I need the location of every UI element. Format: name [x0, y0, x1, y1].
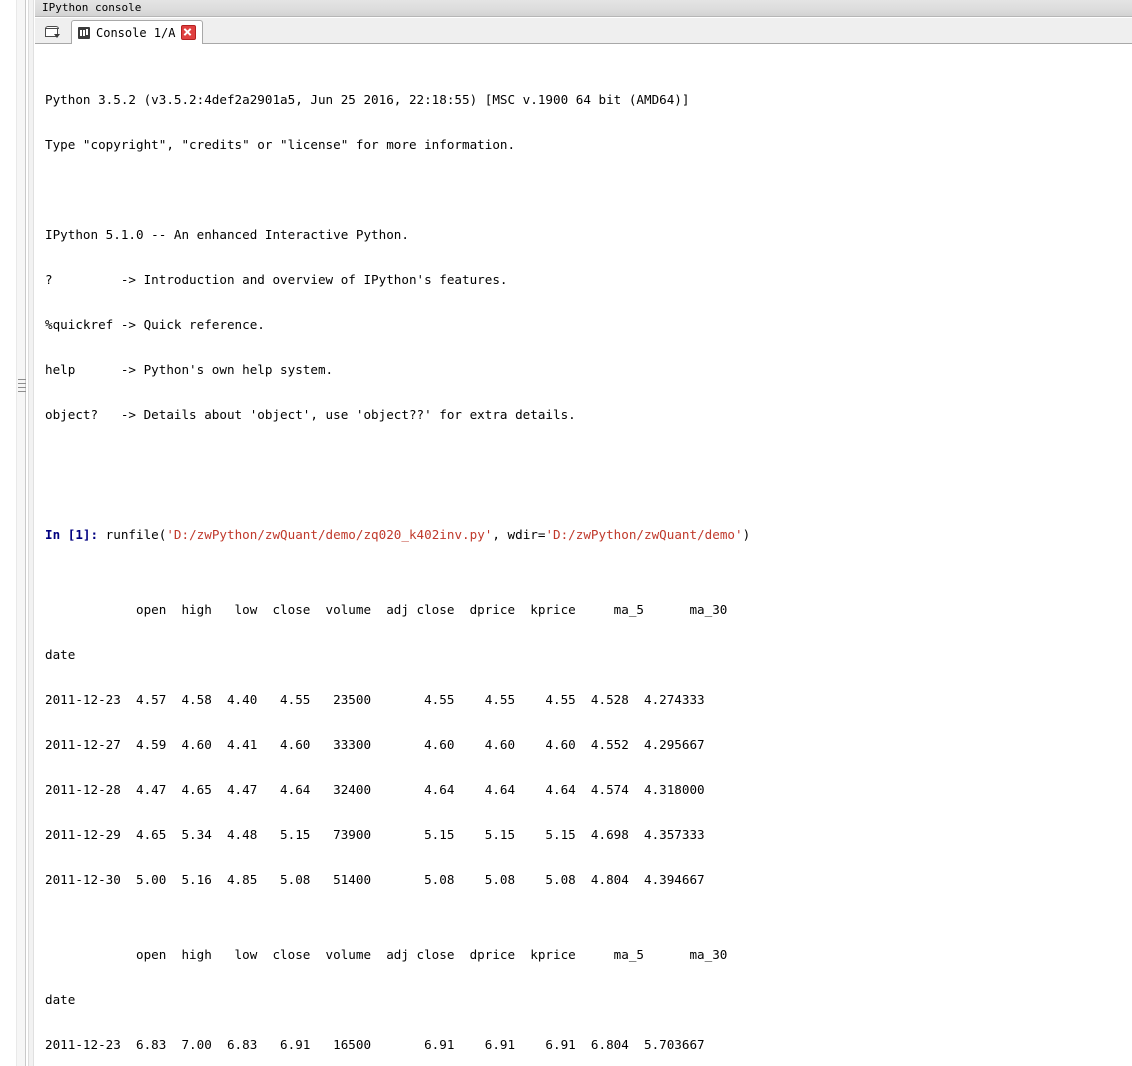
browse-tabs-button[interactable]	[41, 22, 65, 43]
banner-line: Python 3.5.2 (v3.5.2:4def2a2901a5, Jun 2…	[45, 92, 690, 107]
runfile-close-paren: )	[742, 527, 751, 542]
table-index-label: date	[45, 647, 76, 662]
table-header: open high low close volume adj close dpr…	[45, 602, 728, 617]
table-row: 2011-12-23 4.57 4.58 4.40 4.55 23500 4.5…	[45, 692, 705, 707]
panel-title: IPython console	[42, 1, 142, 14]
table-row: 2011-12-30 5.00 5.16 4.85 5.08 51400 5.0…	[45, 872, 705, 887]
runfile-wdir: 'D:/zwPython/zwQuant/demo'	[545, 527, 743, 542]
table-row: 2011-12-28 4.47 4.65 4.47 4.64 32400 4.6…	[45, 782, 705, 797]
console-text: Python 3.5.2 (v3.5.2:4def2a2901a5, Jun 2…	[45, 47, 1125, 1066]
grip-line	[18, 387, 26, 388]
vertical-splitter[interactable]	[0, 0, 35, 1066]
prompt-in-1: In [1]:	[45, 527, 99, 542]
table-row: 2011-12-23 6.83 7.00 6.83 6.91 16500 6.9…	[45, 1037, 705, 1052]
grip-line	[18, 391, 26, 392]
banner-blank	[45, 182, 1125, 197]
input-prompt-line-1: In [1]: runfile('D:/zwPython/zwQuant/dem…	[45, 527, 1125, 542]
banner-line: Type "copyright", "credits" or "license"…	[45, 137, 516, 152]
grip-line	[18, 379, 26, 380]
runfile-script-path: 'D:/zwPython/zwQuant/demo/zq020_k402inv.…	[166, 527, 493, 542]
banner-line: ? -> Introduction and overview of IPytho…	[45, 272, 508, 287]
folder-icon	[45, 26, 60, 38]
tab-label: Console 1/A	[96, 25, 176, 40]
runfile-sep: , wdir=	[492, 527, 546, 542]
table-row: 2011-12-29 4.65 5.34 4.48 5.15 73900 5.1…	[45, 827, 705, 842]
table-row: 2011-12-27 4.59 4.60 4.41 4.60 33300 4.6…	[45, 737, 705, 752]
terminal-icon	[78, 26, 90, 39]
banner-line: help -> Python's own help system.	[45, 362, 334, 377]
ipython-console-window: IPython console Console 1/A Python 3.5.2…	[0, 0, 1132, 1066]
grip-line	[18, 383, 26, 384]
panel-header: IPython console	[35, 0, 1132, 17]
tab-console-1a[interactable]: Console 1/A	[71, 20, 204, 44]
splitter-grip-handle[interactable]	[18, 379, 26, 392]
banner-line: object? -> Details about 'object', use '…	[45, 407, 576, 422]
runfile-call: runfile(	[98, 527, 167, 542]
console-output-area[interactable]: Python 3.5.2 (v3.5.2:4def2a2901a5, Jun 2…	[35, 44, 1132, 1066]
table-index-label: date	[45, 992, 76, 1007]
console-tabbar: Console 1/A	[35, 18, 1132, 44]
close-icon[interactable]	[181, 25, 197, 40]
table-header: open high low close volume adj close dpr…	[45, 947, 728, 962]
banner-line: IPython 5.1.0 -- An enhanced Interactive…	[45, 227, 409, 242]
banner-line: %quickref -> Quick reference.	[45, 317, 265, 332]
